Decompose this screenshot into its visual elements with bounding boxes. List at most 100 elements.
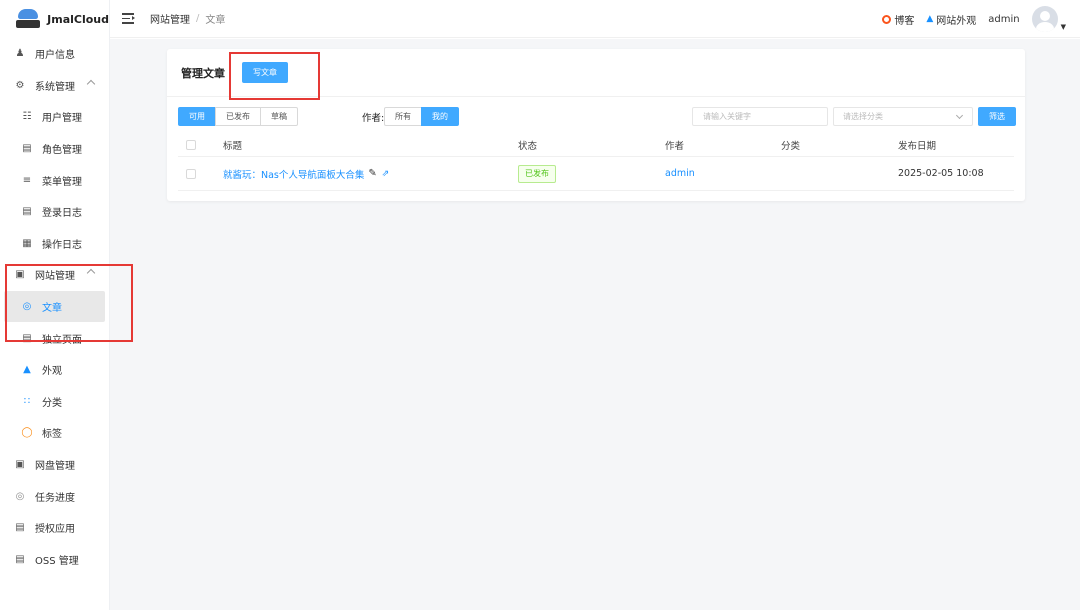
row-author-cell: admin [665, 157, 695, 190]
column-header-category: 分类 [781, 140, 801, 152]
publish-date: 2025-02-05 10:08 [898, 168, 984, 179]
sidebar-item-label: OSS 管理 [35, 555, 79, 567]
sidebar-item-oss-management[interactable]: ▤ OSS 管理 [0, 544, 109, 576]
username[interactable]: admin [988, 14, 1019, 25]
users-icon: ☷ [22, 111, 32, 123]
blog-link-label: 博客 [894, 15, 915, 27]
shirt-icon: ▲ [23, 364, 31, 376]
sidebar-item-disk-management[interactable]: ▣ 网盘管理 [0, 449, 109, 481]
author-filter-label: 作者: [362, 113, 385, 124]
breadcrumb-item-article: 文章 [205, 15, 226, 26]
sidebar-item-label: 文章 [42, 303, 62, 315]
column-header-status: 状态 [518, 140, 538, 152]
status-tab-available[interactable]: 可用 [178, 107, 216, 126]
sidebar-item-label: 分类 [42, 397, 62, 409]
sliders-icon: ≡ [22, 174, 32, 186]
sidebar-item-label: 菜单管理 [42, 176, 82, 188]
menu-toggle-icon[interactable] [122, 13, 136, 24]
sidebar-item-label: 用户信息 [35, 50, 75, 62]
keyword-search-input[interactable]: 请输入关键字 [692, 107, 828, 126]
article-icon: ◎ [22, 301, 32, 313]
main-content: 管理文章 写文章 可用 已发布 草稿 作者: 所有 我的 请输入关键字 请选择分… [110, 39, 1080, 610]
chevron-up-icon [86, 79, 96, 88]
avatar[interactable] [1031, 6, 1058, 32]
category-select[interactable]: 请选择分类 [833, 107, 973, 126]
author-filter-group: 所有 我的 [384, 107, 459, 126]
sidebar: JmalCloud ♟ 用户信息 ⚙ 系统管理 ☷ 用户管理 ▤ 角色管理 ≡ … [0, 0, 110, 610]
sidebar-item-label: 系统管理 [35, 81, 75, 93]
sidebar-item-appearance[interactable]: ▲ 外观 [0, 354, 109, 386]
sidebar-item-user-management[interactable]: ☷ 用户管理 [0, 101, 109, 133]
log-icon: ▤ [22, 206, 32, 218]
column-header-author: 作者 [665, 140, 685, 152]
card-header: 管理文章 写文章 [167, 49, 1025, 97]
sidebar-item-menu-management[interactable]: ≡ 菜单管理 [0, 164, 109, 196]
sidebar-item-label: 角色管理 [42, 145, 82, 157]
article-management-card: 管理文章 写文章 可用 已发布 草稿 作者: 所有 我的 请输入关键字 请选择分… [167, 49, 1025, 201]
website-appearance-label: 网站外观 [936, 15, 977, 27]
website-appearance-link[interactable]: ▲ 网站外观 [926, 12, 976, 27]
sidebar-item-tag[interactable]: ◯ 标签 [0, 417, 109, 449]
app-name: JmalCloud [47, 12, 109, 26]
sidebar-item-label: 授权应用 [35, 524, 75, 536]
write-article-button[interactable]: 写文章 [242, 62, 288, 83]
row-title-cell: 就酱玩：Nas个人导航面板大合集 ✎ ⇗ [223, 157, 389, 190]
external-link-icon[interactable]: ⇗ [382, 169, 390, 179]
sidebar-item-article[interactable]: ◎ 文章 [4, 290, 105, 323]
sidebar-item-label: 标签 [42, 429, 62, 441]
edit-icon[interactable]: ✎ [368, 168, 376, 179]
breadcrumb-separator: / [196, 13, 200, 24]
sidebar-item-standalone-page[interactable]: ▤ 独立页面 [0, 322, 109, 354]
category-icon: ∷ [23, 395, 31, 407]
blog-icon [882, 14, 892, 24]
sidebar-item-operation-log[interactable]: ▦ 操作日志 [0, 228, 109, 260]
page-icon: ▤ [22, 332, 32, 344]
row-checkbox[interactable] [186, 168, 196, 179]
column-header-title: 标题 [223, 140, 243, 152]
sidebar-item-label: 任务进度 [35, 492, 75, 504]
sidebar-item-label: 用户管理 [42, 113, 82, 125]
sidebar-item-authorized-apps[interactable]: ▤ 授权应用 [0, 512, 109, 544]
gear-icon: ⚙ [15, 79, 25, 91]
sidebar-item-website-management[interactable]: ▣ 网站管理 [0, 259, 109, 291]
row-checkbox-cell [186, 157, 196, 190]
author-tab-all[interactable]: 所有 [384, 107, 422, 126]
app-logo[interactable]: JmalCloud [0, 0, 109, 38]
sidebar-item-label: 独立页面 [42, 334, 82, 346]
sidebar-item-login-log[interactable]: ▤ 登录日志 [0, 196, 109, 228]
status-tab-published[interactable]: 已发布 [215, 107, 261, 126]
operation-log-icon: ▦ [22, 237, 32, 249]
status-badge: 已发布 [518, 164, 556, 183]
cloud-logo-icon [16, 9, 40, 29]
status-tab-draft[interactable]: 草稿 [260, 107, 298, 126]
blog-link[interactable]: 博客 [882, 12, 914, 27]
filter-bar: 可用 已发布 草稿 作者: 所有 我的 请输入关键字 请选择分类 筛选 [178, 107, 1016, 127]
table-row: 就酱玩：Nas个人导航面板大合集 ✎ ⇗ 已发布 admin 2025-02-0… [178, 157, 1014, 191]
breadcrumb: 网站管理 / 文章 [150, 11, 225, 26]
sidebar-item-label: 操作日志 [42, 239, 82, 251]
sidebar-item-user-info[interactable]: ♟ 用户信息 [0, 38, 109, 70]
tag-icon: ◯ [21, 427, 33, 439]
sidebar-item-category[interactable]: ∷ 分类 [0, 386, 109, 418]
filter-button[interactable]: 筛选 [978, 107, 1016, 126]
table-header: 标题 状态 作者 分类 发布日期 [178, 133, 1014, 157]
status-filter-group: 可用 已发布 草稿 [178, 107, 298, 126]
sidebar-item-system-management[interactable]: ⚙ 系统管理 [0, 70, 109, 102]
select-all-checkbox-cell [186, 133, 196, 156]
select-all-checkbox[interactable] [186, 139, 196, 150]
top-header: 网站管理 / 文章 博客 ▲ 网站外观 admin ▼ [110, 0, 1080, 38]
sidebar-item-role-management[interactable]: ▤ 角色管理 [0, 133, 109, 165]
sidebar-item-label: 外观 [42, 366, 62, 378]
article-title-link[interactable]: 就酱玩：Nas个人导航面板大合集 ✎ [223, 167, 377, 181]
progress-icon: ◎ [15, 490, 25, 502]
sidebar-item-label: 网盘管理 [35, 461, 75, 473]
author-tab-mine[interactable]: 我的 [421, 107, 459, 126]
oss-icon: ▤ [15, 553, 25, 565]
author-link[interactable]: admin [665, 168, 695, 179]
sidebar-item-label: 网站管理 [35, 271, 75, 283]
auth-app-icon: ▤ [15, 522, 25, 534]
chevron-up-icon [86, 268, 96, 278]
sidebar-item-task-progress[interactable]: ◎ 任务进度 [0, 480, 109, 512]
breadcrumb-item-website-management[interactable]: 网站管理 [150, 11, 190, 26]
caret-down-icon[interactable]: ▼ [1061, 23, 1066, 31]
